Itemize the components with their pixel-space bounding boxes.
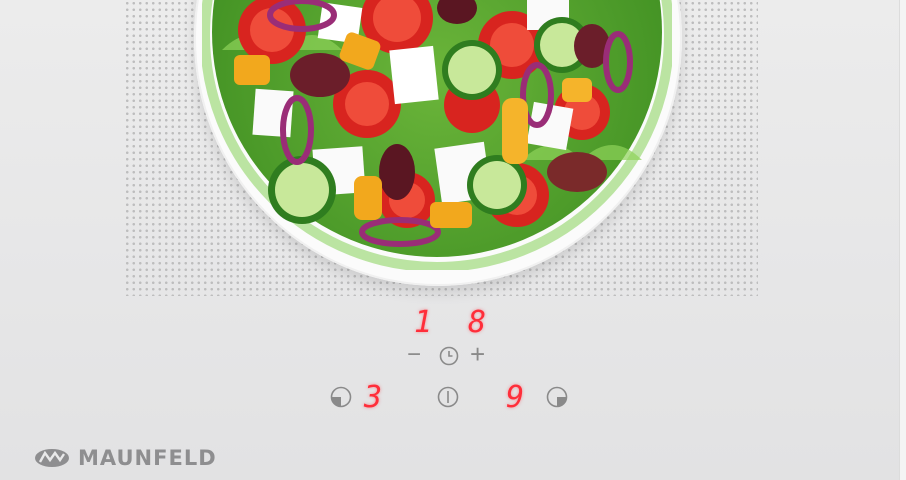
brand-name: MAUNFELD bbox=[78, 446, 217, 470]
salad-image bbox=[202, 0, 672, 270]
zone-right-level: 9 bbox=[506, 380, 525, 415]
zone-right-icon[interactable] bbox=[546, 386, 568, 408]
timer-display-left: 1 bbox=[414, 305, 433, 340]
clock-icon[interactable] bbox=[439, 346, 459, 366]
brand-logo: MAUNFELD bbox=[34, 445, 217, 471]
power-icon[interactable] bbox=[437, 386, 459, 408]
zone-left-level: 3 bbox=[364, 380, 383, 415]
panel-edge bbox=[899, 0, 906, 480]
timer-minus-button[interactable]: − bbox=[407, 343, 421, 367]
timer-plus-button[interactable]: + bbox=[470, 341, 485, 367]
timer-display-right: 8 bbox=[468, 305, 487, 340]
zone-left-icon[interactable] bbox=[330, 386, 352, 408]
maunfeld-logo-icon bbox=[35, 449, 69, 467]
